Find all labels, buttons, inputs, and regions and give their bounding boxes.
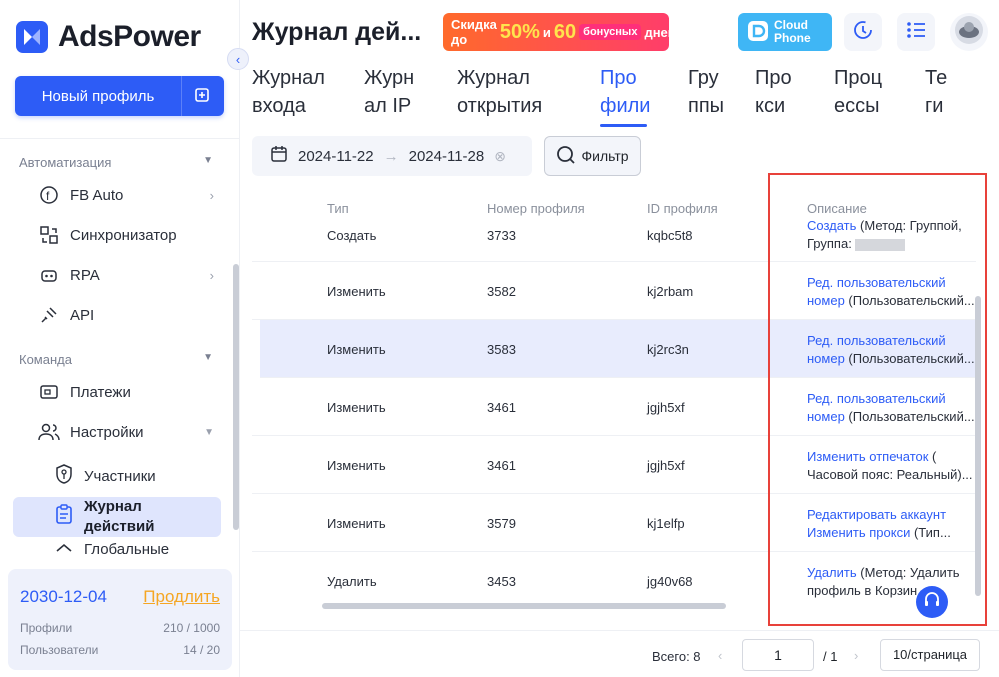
sidebar-item-rpa[interactable]: RPA › — [38, 264, 214, 286]
tab-open-log[interactable]: Журнал открытия — [457, 64, 542, 120]
sidebar: AdsPower Новый профиль Автоматизация ▼ f … — [0, 0, 240, 677]
headset-icon — [922, 590, 942, 615]
description-cell: Удалить (Метод: Удалить профиль в Корзин.… — [807, 565, 960, 598]
table-row[interactable]: Изменить 3579 kj1elfp Редактировать акка… — [252, 494, 976, 552]
clear-icon[interactable]: ⊗ — [494, 148, 506, 165]
description-cell: Редактировать аккаунт Изменить прокси (Ти… — [807, 507, 951, 540]
brand-logo[interactable]: AdsPower — [16, 20, 201, 54]
table-row-highlighted[interactable]: Изменить 3583 kj2rc3n Ред. пользовательс… — [260, 320, 976, 378]
group-team[interactable]: Команда ▼ — [19, 352, 213, 367]
avatar-icon — [954, 15, 984, 50]
plug-icon — [38, 304, 60, 326]
users-usage: Пользователи 14 / 20 — [20, 643, 220, 657]
horizontal-scrollbar[interactable] — [322, 603, 726, 609]
add-batch-icon[interactable] — [182, 87, 224, 105]
sidebar-subitem-global[interactable]: Глобальные — [54, 540, 169, 558]
chevron-down-icon: ▼ — [204, 426, 214, 438]
calendar-icon — [270, 145, 288, 167]
sidebar-subitem-members[interactable]: Участники — [54, 463, 156, 489]
active-tab-underline — [600, 124, 647, 127]
brand-name: AdsPower — [58, 20, 201, 53]
collapse-sidebar-button[interactable]: ‹ — [227, 48, 249, 70]
description-cell: Создать (Метод: Группой, Группа: — [807, 220, 962, 251]
tab-tags[interactable]: Те ги — [925, 64, 947, 120]
table-row[interactable]: Удалить 3453 jg40v68 Удалить (Метод: Уда… — [252, 552, 976, 610]
description-cell: Изменить отпечаток (Часовой пояс: Реальн… — [807, 449, 973, 482]
chevron-up-icon — [54, 540, 74, 558]
task-list-button[interactable] — [897, 13, 935, 51]
chevron-right-icon: › — [209, 187, 214, 203]
date-range-picker[interactable]: 2024-11-22 → 2024-11-28 ⊗ — [252, 136, 532, 176]
pagination: Всего: 8 ‹ 1 / 1 › 10/страница — [240, 630, 999, 677]
profiles-usage: Профили 210 / 1000 — [20, 621, 220, 635]
description-cell: Ред. пользовательский номер (Пользователь… — [807, 391, 975, 424]
plan-expiry-date: 2030-12-04 — [20, 587, 107, 606]
renew-link[interactable]: Продлить — [143, 587, 220, 607]
chevron-right-icon: › — [209, 267, 214, 283]
tab-processes[interactable]: Проц ессы — [834, 64, 882, 120]
total-count: Всего: 8 — [652, 649, 701, 664]
plan-card: 2030-12-04 Продлить Профили 210 / 1000 По… — [8, 569, 232, 670]
table-row[interactable]: Создать 3733 kqbc5t8 Создать (Метод: Гру… — [252, 220, 976, 262]
wallet-icon — [38, 381, 60, 403]
robot-icon — [38, 264, 60, 286]
tab-proxies[interactable]: Про кси — [755, 64, 792, 120]
sidebar-item-payments[interactable]: Платежи — [38, 381, 214, 403]
synchronizer-icon — [38, 224, 60, 246]
table-row[interactable]: Изменить 3461 jgjh5xf Изменить отпечаток… — [252, 436, 976, 494]
sidebar-item-fb-auto[interactable]: f FB Auto › — [38, 184, 214, 206]
date-to[interactable]: 2024-11-28 — [409, 148, 485, 165]
tab-ip-log[interactable]: Журн ал IP — [364, 64, 414, 120]
page-input[interactable]: 1 — [742, 639, 814, 671]
table-row[interactable]: Изменить 3582 kj2rbam Ред. пользовательс… — [252, 262, 976, 320]
table-row[interactable]: Изменить 3461 jgjh5xf Ред. пользовательс… — [252, 378, 976, 436]
page-size-select[interactable]: 10/страница — [880, 639, 980, 671]
page-total: / 1 — [823, 649, 838, 664]
sidebar-item-settings[interactable]: Настройки ▼ — [38, 421, 214, 443]
sidebar-item-synchronizer[interactable]: Синхронизатор — [38, 224, 214, 246]
chevron-down-icon: ▼ — [203, 352, 213, 363]
new-profile-button[interactable]: Новый профиль — [15, 76, 224, 116]
sidebar-subitem-action-log[interactable]: Журнал действий — [54, 497, 204, 537]
new-profile-label: Новый профиль — [41, 87, 155, 105]
tab-login-log[interactable]: Журнал входа — [252, 64, 325, 120]
tab-profiles[interactable]: Про фили — [600, 64, 650, 120]
promo-banner[interactable]: Скидка до 50% и 60 бонусных дней — [443, 13, 676, 51]
svg-text:f: f — [46, 189, 50, 203]
page-title: Журнал дей... — [252, 18, 422, 46]
description-cell: Ред. пользовательский номер (Пользователь… — [807, 275, 975, 308]
main-content: Журнал дей... Скидка до 50% и 60 бонусны… — [240, 0, 999, 677]
next-page-icon[interactable]: › — [854, 648, 858, 663]
arrow-right-icon: → — [383, 147, 399, 165]
redacted-block — [855, 238, 906, 251]
sync-button[interactable] — [844, 13, 882, 51]
avatar[interactable] — [950, 13, 988, 51]
date-from[interactable]: 2024-11-22 — [298, 148, 374, 165]
cloud-phone-icon — [747, 20, 769, 45]
tab-groups[interactable]: Гру ппы — [688, 64, 724, 120]
group-automation[interactable]: Автоматизация ▼ — [19, 155, 213, 170]
search-icon — [556, 145, 576, 168]
filter-button[interactable]: Фильтр — [544, 136, 641, 176]
sidebar-menu: Автоматизация ▼ f FB Auto › Синхронизатор… — [0, 140, 240, 560]
vertical-scrollbar[interactable] — [975, 296, 981, 596]
action-log-table: Тип Номер профиля ID профиля Описание Со… — [252, 188, 987, 613]
sidebar-scrollbar[interactable] — [233, 264, 239, 530]
users-icon — [38, 421, 60, 443]
sidebar-item-api[interactable]: API — [38, 304, 214, 326]
cloud-phone-banner[interactable]: Cloud Phone — [738, 13, 832, 51]
description-cell: Ред. пользовательский номер (Пользователь… — [807, 333, 975, 366]
adspower-logo-icon — [16, 21, 48, 53]
clipboard-icon — [54, 503, 74, 531]
chevron-down-icon: ▼ — [203, 155, 213, 166]
prev-page-icon[interactable]: ‹ — [718, 648, 722, 663]
chevron-left-icon: ‹ — [235, 51, 241, 67]
facebook-icon: f — [38, 184, 60, 206]
support-chat-button[interactable] — [916, 586, 948, 618]
list-icon — [905, 19, 927, 46]
key-shield-icon — [54, 463, 74, 489]
refresh-icon — [852, 19, 874, 46]
